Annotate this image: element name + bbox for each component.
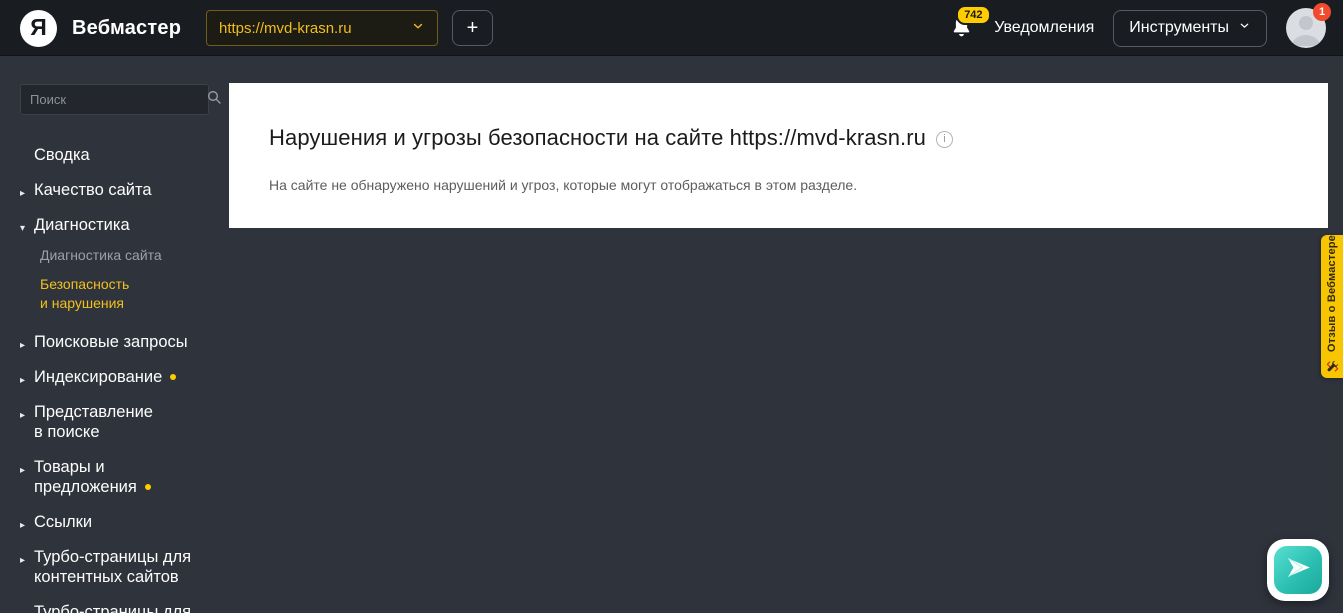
sidebar-item-turbo-pages-clipped[interactable]: ▸Турбо-страницы для [0,602,229,613]
sidebar-item-indexing[interactable]: ▸ Индексирование [0,367,229,387]
title-row: Нарушения и угрозы безопасности на сайте… [269,125,1288,151]
content-card: Нарушения и угрозы безопасности на сайте… [229,83,1328,228]
search-input[interactable] [30,92,206,107]
sidebar-item-search-appearance[interactable]: ▸ Представление в поиске [0,402,229,442]
feedback-tab[interactable]: Отзыв о Вебмастере [1321,235,1343,378]
page-title: Нарушения и угрозы безопасности на сайте… [269,125,927,150]
expand-arrow-icon: ▸ [20,339,26,351]
wrench-code-icon [1326,360,1339,378]
expand-arrow-icon: ▸ [20,188,26,199]
sidebar-subitem-security-violations[interactable]: Безопасность и нарушения [0,275,229,314]
expand-arrow-icon: ▸ [20,606,25,613]
add-site-button[interactable]: + [452,10,493,46]
notification-dot [170,373,177,380]
expand-arrow-icon: ▸ [20,519,26,531]
expand-arrow-icon: ▸ [20,374,26,386]
feedback-tab-label: Отзыв о Вебмастере [1326,235,1338,353]
diagnostics-submenu: Диагностика сайта Безопасность и нарушен… [0,246,229,314]
chevron-down-icon [411,19,425,38]
sidebar: Сводка ▸Качество сайта ▾Диагностика Диаг… [0,56,229,613]
sidebar-item-summary[interactable]: Сводка [0,145,229,165]
yandex-logo-icon: Я [20,9,57,47]
notification-dot [144,483,151,490]
site-selector-dropdown[interactable]: https://mvd-krasn.ru [206,10,438,46]
chat-widget-background [1274,546,1322,594]
expand-arrow-icon: ▸ [20,464,26,476]
profile-count-badge: 1 [1313,3,1331,21]
bell-icon [949,17,974,44]
sidebar-item-site-quality[interactable]: ▸ Качество сайта [0,180,229,200]
brand-title: Вебмастер [72,16,182,39]
chevron-down-icon [1238,19,1251,37]
sidebar-item-products-offers[interactable]: ▸ Товары и предложения [0,457,229,497]
chat-widget-button[interactable] [1267,539,1329,601]
user-profile-button[interactable]: 1 [1286,3,1331,48]
sidebar-item-search-queries[interactable]: ▸ Поисковые запросы [0,332,229,352]
expand-arrow-icon: ▸ [20,409,26,421]
sidebar-item-turbo-content-sites[interactable]: ▸ Турбо-страницы для контентных сайтов [0,547,229,587]
send-plane-icon [1285,554,1312,586]
notifications-bell-button[interactable]: 742 [949,5,991,44]
expand-arrow-icon: ▸ [20,554,26,566]
sidebar-search [20,84,221,115]
notifications-count-badge: 742 [956,5,991,25]
webmaster-app: Я Вебмастер https://mvd-krasn.ru + 742 У… [0,0,1343,613]
sidebar-item-links[interactable]: ▸ Ссылки [0,512,229,532]
yandex-webmaster-logo[interactable]: Я Вебмастер [20,0,181,56]
info-icon[interactable]: i [936,130,954,148]
site-selector-value: https://mvd-krasn.ru [219,19,352,37]
page-description: На сайте не обнаружено нарушений и угроз… [269,177,858,193]
search-icon[interactable] [206,89,222,110]
notifications-label[interactable]: Уведомления [994,19,1094,37]
top-header: Я Вебмастер https://mvd-krasn.ru + 742 У… [0,0,1343,56]
tools-dropdown-button[interactable]: Инструменты [1113,9,1267,47]
collapse-arrow-icon: ▾ [20,223,26,234]
header-right-controls: 742 Уведомления Инструменты 1 [949,0,1331,56]
sidebar-nav: Сводка ▸ Качество сайта ▾ Диагностика Диаг… [0,145,229,613]
sidebar-item-diagnostics[interactable]: ▾ Диагностика [0,215,229,235]
sidebar-subitem-site-diagnostics[interactable]: Диагностика сайта [0,246,229,266]
